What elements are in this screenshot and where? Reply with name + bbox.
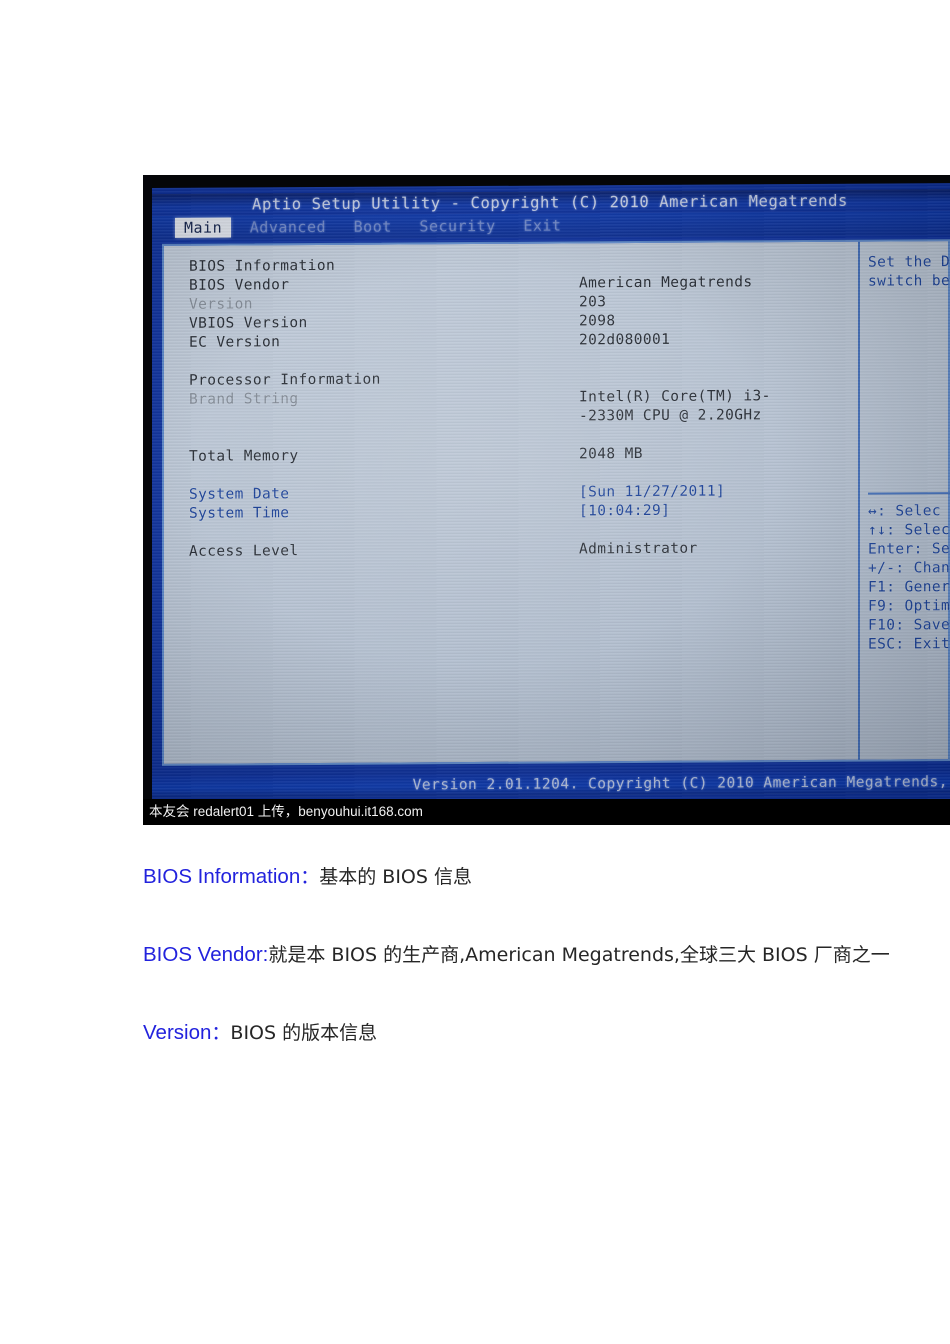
- setting-label: System Time: [189, 505, 290, 522]
- key-legend-f9: F9: Optim: [868, 598, 950, 615]
- paragraph-body: 基本的 BIOS 信息: [319, 866, 472, 888]
- monitor-bezel-left: [143, 175, 152, 812]
- setting-label: VBIOS Version: [189, 315, 308, 332]
- bios-settings-list: BIOS Information BIOS Vendor American Me…: [189, 255, 844, 563]
- tab-boot[interactable]: Boot: [345, 216, 401, 236]
- setting-value: 202d080001: [579, 331, 671, 349]
- setting-value: Administrator: [579, 540, 698, 558]
- paragraph-bios-information: BIOS Information：基本的 BIOS 信息: [143, 862, 950, 892]
- setting-label: Version: [189, 296, 253, 313]
- bios-menu-bar: Main Advanced Boot Security Exit: [150, 211, 950, 240]
- paragraph-separator: ：: [211, 1022, 231, 1044]
- bios-setup-screen: Aptio Setup Utility - Copyright (C) 2010…: [150, 183, 950, 812]
- paragraph-body: 就是本 BIOS 的生产商,American Megatrends,全球三大 B…: [268, 944, 890, 966]
- setting-brand-string-cont: -2330M CPU @ 2.20GHz: [189, 407, 844, 430]
- setting-total-memory: Total Memory 2048 MB: [189, 445, 844, 468]
- paragraph-body: BIOS 的版本信息: [230, 1022, 378, 1044]
- setting-label: BIOS Information: [189, 257, 336, 275]
- bios-main-panel: BIOS Information BIOS Vendor American Me…: [162, 239, 950, 766]
- paragraph-heading: BIOS Vendor: [143, 943, 263, 966]
- help-line: Set the D: [868, 254, 950, 271]
- key-legend-select-item: ↑↓: Selec: [868, 522, 950, 539]
- setting-label: EC Version: [189, 334, 281, 351]
- setting-value[interactable]: [Sun 11/27/2011]: [579, 483, 725, 500]
- key-legend-esc: ESC: Exit: [868, 636, 950, 653]
- paragraph-heading: BIOS Information: [143, 865, 301, 888]
- setting-label: Total Memory: [189, 448, 299, 465]
- setting-value: Intel(R) Core(TM) i3-: [579, 388, 771, 406]
- article-body: BIOS Information：基本的 BIOS 信息 BIOS Vendor…: [143, 862, 950, 1096]
- image-watermark: 本友会 redalert01 上传，benyouhui.it168.com: [143, 799, 950, 825]
- key-legend-f10: F10: Save: [868, 617, 950, 634]
- paragraph-separator: ：: [300, 866, 320, 888]
- setting-value: 2098: [579, 313, 616, 330]
- tab-exit[interactable]: Exit: [514, 215, 570, 235]
- bios-screenshot-photo: Aptio Setup Utility - Copyright (C) 2010…: [143, 175, 950, 825]
- panel-divider: [858, 241, 860, 760]
- paragraph-version: Version：BIOS 的版本信息: [143, 1018, 950, 1048]
- setting-label: Processor Information: [189, 371, 381, 389]
- bios-version-footer: Version 2.01.1204. Copyright (C) 2010 Am…: [150, 771, 950, 798]
- setting-access-level: Access Level Administrator: [189, 540, 844, 563]
- setting-value[interactable]: [10:04:29]: [579, 503, 670, 520]
- setting-system-time[interactable]: System Time [10:04:29]: [189, 502, 844, 525]
- key-legend-enter: Enter: Se: [868, 541, 950, 558]
- key-legend-plus-minus: +/-: Chan: [868, 560, 950, 577]
- setting-value: 203: [579, 294, 607, 311]
- bios-help-text: Set the D switch be: [868, 254, 950, 293]
- setting-label: Brand String: [189, 391, 299, 408]
- setting-label: Access Level: [189, 543, 299, 560]
- key-legend-f1: F1: Gener: [868, 579, 950, 596]
- setting-ec-version: EC Version 202d080001: [189, 331, 844, 354]
- tab-main[interactable]: Main: [175, 217, 232, 238]
- paragraph-heading: Version: [143, 1021, 212, 1044]
- tab-security[interactable]: Security: [410, 216, 504, 237]
- setting-label: BIOS Vendor: [189, 277, 290, 294]
- setting-value: American Megatrends: [579, 274, 753, 292]
- setting-value: -2330M CPU @ 2.20GHz: [579, 407, 762, 425]
- key-legend-select-screen: ↔: Selec: [868, 503, 942, 520]
- tab-advanced[interactable]: Advanced: [241, 217, 335, 238]
- key-legend-divider: [868, 492, 950, 495]
- bios-key-legend: ↔: Selec ↑↓: Selec Enter: Se +/-: Chan F…: [868, 503, 950, 656]
- setting-value: 2048 MB: [579, 445, 643, 463]
- paragraph-bios-vendor: BIOS Vendor:就是本 BIOS 的生产商,American Megat…: [143, 940, 950, 970]
- setting-label: System Date: [189, 486, 290, 503]
- help-line: switch be: [868, 273, 950, 290]
